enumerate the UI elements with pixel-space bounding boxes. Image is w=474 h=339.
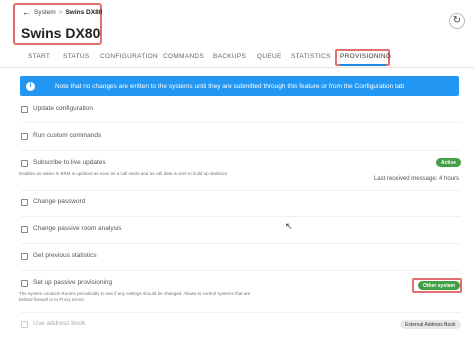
tab-provisioning[interactable]: PROVISIONING (340, 53, 391, 60)
divider (21, 122, 461, 123)
tab-statistics[interactable]: STATISTICS (291, 53, 331, 60)
tab-start[interactable]: START (28, 53, 50, 60)
subscribe-live-updates-description: Enables as status in BRM is updated as s… (19, 171, 228, 176)
info-text: Note that no changes are written to the … (55, 82, 405, 90)
tab-commands[interactable]: COMMANDS (163, 53, 204, 60)
page-header: ← System > Swins DX80 Swins DX80 ↻ (0, 0, 474, 48)
divider (21, 312, 461, 313)
active-tab-underline (340, 64, 386, 66)
back-arrow-icon[interactable]: ← (22, 8, 31, 17)
breadcrumb: ← System > Swins DX80 (22, 8, 102, 17)
breadcrumb-root[interactable]: System (34, 9, 56, 16)
subscribe-status-badge: Active (436, 158, 462, 167)
change-password-checkbox[interactable] (21, 199, 28, 206)
divider (21, 270, 461, 271)
run-custom-commands-label[interactable]: Run custom commands (33, 132, 101, 139)
refresh-icon: ↻ (452, 15, 462, 26)
change-password-label[interactable]: Change password (33, 198, 85, 205)
last-received-message: Last received message: 4 hours (373, 176, 459, 182)
breadcrumb-current: Swins DX80 (65, 9, 103, 16)
divider (21, 216, 461, 217)
tab-status[interactable]: STATUS (63, 53, 89, 60)
passive-provisioning-badge: Other system (418, 281, 460, 290)
passive-room-analysis-checkbox[interactable] (21, 226, 28, 233)
previous-statistics-label[interactable]: Get previous statistics (33, 252, 97, 259)
info-icon: i (26, 81, 35, 91)
subscribe-live-updates-label[interactable]: Subscribe to live updates (33, 159, 106, 166)
previous-statistics-checkbox[interactable] (21, 253, 28, 260)
page-title: Swins DX80 (21, 25, 101, 41)
passive-provisioning-description: The system contacts Rooms periodically t… (19, 291, 251, 302)
tab-backups[interactable]: BACKUPS (213, 53, 246, 60)
run-custom-commands-checkbox[interactable] (21, 133, 28, 140)
subscribe-live-updates-checkbox[interactable] (21, 160, 28, 167)
divider (21, 190, 461, 191)
update-configuration-checkbox[interactable] (21, 106, 28, 113)
passive-provisioning-checkbox[interactable] (21, 280, 28, 287)
mouse-cursor-icon: ↖ (285, 221, 293, 231)
tab-queue[interactable]: QUEUE (257, 53, 282, 60)
info-banner: i Note that no changes are written to th… (20, 76, 459, 96)
passive-provisioning-label[interactable]: Set up passive provisioning (33, 279, 112, 286)
breadcrumb-separator: > (58, 9, 63, 16)
tab-configuration[interactable]: CONFIGURATION (100, 53, 158, 60)
passive-room-analysis-label[interactable]: Change passive room analysis (33, 225, 122, 232)
update-configuration-label[interactable]: Update configuration (33, 105, 93, 112)
use-address-book-label: Use address book (33, 320, 86, 327)
tab-bar: START STATUS CONFIGURATION COMMANDS BACK… (0, 49, 474, 68)
refresh-button[interactable]: ↻ (449, 13, 465, 29)
divider (21, 243, 461, 244)
title-highlight: ← System > Swins DX80 Swins DX80 (13, 3, 102, 45)
divider (21, 150, 461, 151)
external-address-book-badge: External Address Book (400, 320, 461, 329)
use-address-book-checkbox[interactable] (21, 321, 28, 328)
